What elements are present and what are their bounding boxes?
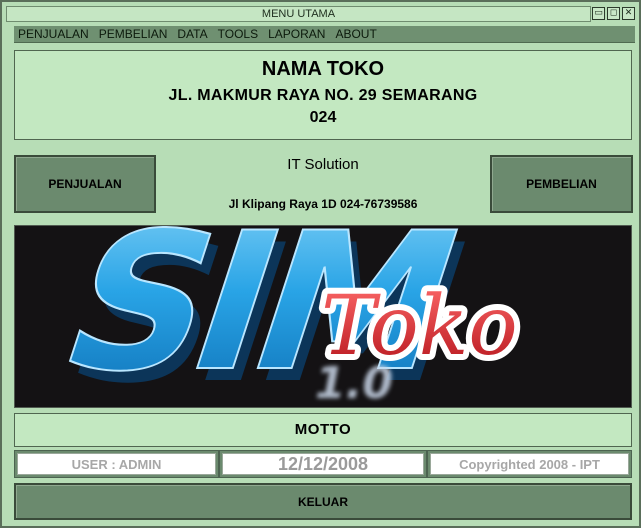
store-header: NAMA TOKO JL. MAKMUR RAYA NO. 29 SEMARAN… bbox=[14, 50, 632, 140]
date-label: 12/12/2008 bbox=[222, 453, 424, 475]
logo-graphic: SIM SIM 1.0 Toko Toko bbox=[37, 226, 523, 407]
sim-toko-logo: SIM SIM 1.0 Toko Toko bbox=[14, 225, 632, 408]
menu-tools[interactable]: TOOLS bbox=[218, 27, 258, 41]
title-bar[interactable]: MENU UTAMA ▭ ◻ ✕ bbox=[4, 4, 637, 24]
close-icon[interactable]: ✕ bbox=[622, 7, 635, 20]
store-address: JL. MAKMUR RAYA NO. 29 SEMARANG bbox=[168, 87, 478, 104]
user-label: USER : ADMIN bbox=[17, 453, 216, 475]
motto: MOTTO bbox=[14, 413, 632, 447]
menu-pembelian[interactable]: PEMBELIAN bbox=[99, 27, 168, 41]
store-phone: 024 bbox=[309, 109, 337, 126]
menu-about[interactable]: ABOUT bbox=[335, 27, 376, 41]
copyright-label: Copyrighted 2008 - IPT bbox=[430, 453, 629, 475]
copyright-field: Copyrighted 2008 - IPT bbox=[427, 450, 632, 478]
keluar-button[interactable]: KELUAR bbox=[14, 483, 632, 520]
vendor-name: IT Solution bbox=[287, 156, 359, 173]
menu-bar: PENJUALAN PEMBELIAN DATA TOOLS LAPORAN A… bbox=[14, 26, 635, 43]
user-field: USER : ADMIN bbox=[14, 450, 219, 478]
main-window: MENU UTAMA ▭ ◻ ✕ PENJUALAN PEMBELIAN DAT… bbox=[0, 0, 641, 528]
date-field: 12/12/2008 bbox=[219, 450, 427, 478]
store-name: NAMA TOKO bbox=[261, 58, 385, 80]
vendor-address: Jl Klipang Raya 1D 024-76739586 bbox=[228, 197, 418, 211]
pembelian-button[interactable]: PEMBELIAN bbox=[490, 155, 633, 213]
menu-penjualan[interactable]: PENJUALAN bbox=[18, 27, 89, 41]
menu-data[interactable]: DATA bbox=[177, 27, 207, 41]
window-controls: ▭ ◻ ✕ bbox=[592, 7, 635, 20]
logo-toko-text: Toko bbox=[321, 279, 518, 374]
window-title: MENU UTAMA bbox=[6, 6, 591, 22]
menu-laporan[interactable]: LAPORAN bbox=[268, 27, 325, 41]
penjualan-button[interactable]: PENJUALAN bbox=[14, 155, 156, 213]
maximize-icon[interactable]: ◻ bbox=[607, 7, 620, 20]
minimize-icon[interactable]: ▭ bbox=[592, 7, 605, 20]
